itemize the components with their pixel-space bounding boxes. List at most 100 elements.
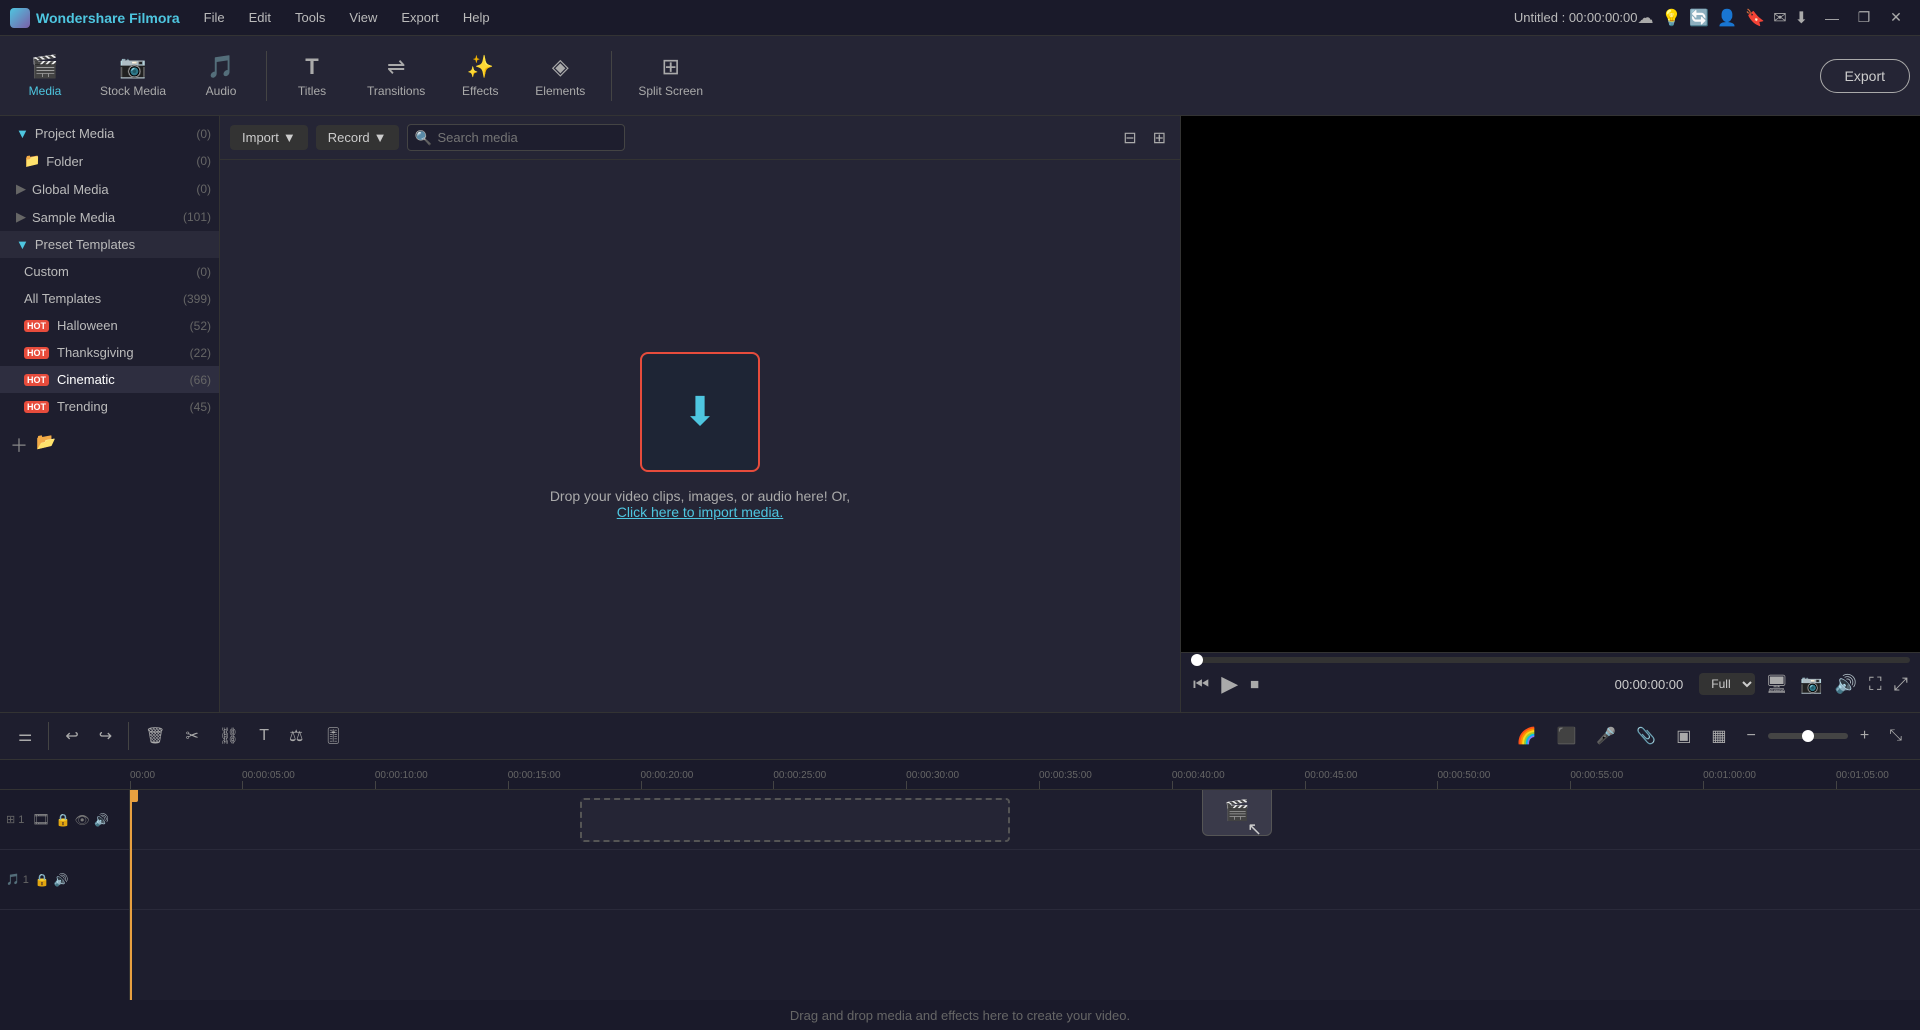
step-back-button[interactable]: ⏮ bbox=[1191, 672, 1211, 697]
sidebar-halloween-label: Halloween bbox=[57, 318, 118, 333]
scenes-button[interactable]: ⚌ bbox=[10, 720, 40, 752]
sidebar-item-halloween[interactable]: HOT Halloween (52) bbox=[0, 312, 219, 339]
drop-box: ⬇ bbox=[640, 352, 760, 472]
color-correct-button[interactable]: 🌈 bbox=[1509, 720, 1545, 752]
ruler-mark-8: 00:00:40:00 bbox=[1172, 770, 1225, 789]
toolbar-media[interactable]: 🎬 Media bbox=[10, 48, 80, 104]
menu-help[interactable]: Help bbox=[459, 8, 494, 27]
search-input[interactable] bbox=[407, 124, 625, 151]
menu-bar: File Edit Tools View Export Help bbox=[200, 8, 1514, 27]
mask-button[interactable]: ⬛ bbox=[1548, 720, 1584, 752]
sidebar-folder-button[interactable]: 📂 bbox=[36, 432, 56, 458]
user-avatar[interactable]: 👤 bbox=[1717, 8, 1737, 28]
quality-select[interactable]: Full 1/2 1/4 1/8 bbox=[1699, 673, 1755, 695]
redo-button[interactable]: ↪ bbox=[91, 720, 120, 752]
sidebar-add-button[interactable]: ＋ bbox=[10, 432, 28, 458]
zoom-out-button[interactable]: − bbox=[1739, 721, 1764, 751]
window-title: Untitled : 00:00:00:00 bbox=[1514, 10, 1638, 25]
toolbar-split-screen[interactable]: ⊞ Split Screen bbox=[622, 48, 719, 104]
sidebar-item-preset-templates[interactable]: ▼ Preset Templates bbox=[0, 231, 219, 258]
cut-button[interactable]: ✂ bbox=[177, 720, 206, 752]
sidebar-preset-label: Preset Templates bbox=[35, 237, 135, 252]
camera-icon[interactable]: 📷 bbox=[1798, 672, 1824, 697]
sync-icon[interactable]: 🔄 bbox=[1689, 8, 1709, 28]
playhead-head bbox=[130, 790, 138, 802]
sidebar-item-sample-media[interactable]: ▶ Sample Media (101) bbox=[0, 203, 219, 231]
delete-button[interactable]: 🗑 bbox=[137, 720, 173, 752]
toolbar-effects[interactable]: ✨ Effects bbox=[445, 48, 515, 104]
sidebar-item-thanksgiving[interactable]: HOT Thanksgiving (22) bbox=[0, 339, 219, 366]
fit-button[interactable]: ⤡ bbox=[1881, 721, 1910, 751]
maximize-button[interactable]: ❐ bbox=[1850, 8, 1878, 28]
record-button[interactable]: Record ▼ bbox=[316, 125, 399, 150]
sidebar-global-media-count: (0) bbox=[196, 182, 211, 196]
mute-icon[interactable]: 🔊 bbox=[94, 813, 109, 827]
grid-view-icon[interactable]: ⊞ bbox=[1149, 124, 1170, 152]
close-button[interactable]: ✕ bbox=[1882, 8, 1910, 28]
sidebar-item-global-media[interactable]: ▶ Global Media (0) bbox=[0, 175, 219, 203]
sidebar-item-custom[interactable]: Custom (0) bbox=[0, 258, 219, 285]
menu-view[interactable]: View bbox=[345, 8, 381, 27]
adjust-button[interactable]: ⚖ bbox=[281, 720, 311, 752]
sidebar-item-project-media[interactable]: ▼ Project Media (0) bbox=[0, 120, 219, 147]
caption-button[interactable]: ▦ bbox=[1703, 720, 1734, 752]
sidebar-item-trending[interactable]: HOT Trending (45) bbox=[0, 393, 219, 420]
mic-button[interactable]: 🎤 bbox=[1588, 720, 1624, 752]
elements-icon: ◈ bbox=[552, 54, 569, 80]
time-display: 00:00:00:00 bbox=[1615, 677, 1684, 692]
filter-icon[interactable]: ⊟ bbox=[1119, 124, 1140, 152]
mail-icon[interactable]: ✉ bbox=[1773, 8, 1786, 28]
effects-icon: ✨ bbox=[467, 54, 494, 80]
eye-icon[interactable]: 👁 bbox=[75, 813, 90, 827]
toolbar-stock-media[interactable]: 📷 Stock Media bbox=[84, 48, 182, 104]
search-icon: 🔍 bbox=[415, 129, 432, 146]
import-button[interactable]: Import ▼ bbox=[230, 125, 308, 150]
sidebar-item-cinematic[interactable]: HOT Cinematic (66) bbox=[0, 366, 219, 393]
stop-button[interactable]: ⏹ bbox=[1248, 672, 1261, 697]
bulb-icon[interactable]: 💡 bbox=[1662, 8, 1682, 28]
undo-button[interactable]: ↩ bbox=[57, 720, 86, 752]
play-pause-button[interactable]: ▶ bbox=[1219, 669, 1240, 699]
minimize-button[interactable]: — bbox=[1818, 8, 1846, 28]
download-icon[interactable]: ⬇ bbox=[1795, 8, 1808, 28]
drop-description: Drop your video clips, images, or audio … bbox=[550, 488, 850, 504]
menu-edit[interactable]: Edit bbox=[245, 8, 275, 27]
toolbar-audio[interactable]: 🎵 Audio bbox=[186, 48, 256, 104]
ruler-mark-0: 00:00 bbox=[130, 770, 155, 789]
zoom-slider[interactable] bbox=[1768, 733, 1848, 739]
toolbar-elements[interactable]: ◈ Elements bbox=[519, 48, 601, 104]
menu-export[interactable]: Export bbox=[397, 8, 443, 27]
toolbar-titles[interactable]: T Titles bbox=[277, 48, 347, 104]
sidebar-halloween-count: (52) bbox=[190, 319, 211, 333]
cloud-icon[interactable]: ☁ bbox=[1638, 8, 1654, 28]
toolbar-elements-label: Elements bbox=[535, 84, 585, 98]
text-button[interactable]: T bbox=[251, 721, 277, 751]
zoom-in-button[interactable]: + bbox=[1852, 721, 1877, 751]
clip-button[interactable]: 📎 bbox=[1628, 720, 1664, 752]
timeline-scrubber[interactable] bbox=[1191, 657, 1910, 663]
main-toolbar: 🎬 Media 📷 Stock Media 🎵 Audio T Titles ⇌… bbox=[0, 36, 1920, 116]
sidebar-item-all-templates[interactable]: All Templates (399) bbox=[0, 285, 219, 312]
menu-file[interactable]: File bbox=[200, 8, 229, 27]
toolbar-transitions[interactable]: ⇌ Transitions bbox=[351, 48, 441, 104]
lock-icon[interactable]: 🔒 bbox=[56, 813, 71, 827]
export-button[interactable]: Export bbox=[1820, 59, 1910, 93]
stock-media-icon: 📷 bbox=[119, 54, 146, 80]
audio-adjust-button[interactable]: 🎚 bbox=[315, 720, 351, 752]
track-content: 🎬 ↖ bbox=[130, 790, 1920, 1000]
chain-button[interactable]: ⛓ bbox=[211, 720, 247, 752]
overlay-button[interactable]: ▣ bbox=[1668, 720, 1699, 752]
ruler-mark-1: 00:00:05:00 bbox=[242, 770, 295, 789]
fullscreen-icon[interactable]: ⛶ bbox=[1867, 672, 1884, 697]
drop-link[interactable]: Click here to import media. bbox=[617, 504, 784, 520]
volume-icon[interactable]: 🔊 bbox=[1833, 672, 1859, 697]
screen-icon[interactable]: 🖥 bbox=[1763, 672, 1790, 697]
record-label: Record bbox=[328, 130, 370, 145]
expand-icon[interactable]: ⤢ bbox=[1892, 672, 1910, 697]
menu-tools[interactable]: Tools bbox=[291, 8, 329, 27]
lock-icon-a[interactable]: 🔒 bbox=[35, 873, 50, 887]
mute-icon-a[interactable]: 🔊 bbox=[54, 873, 69, 887]
sidebar-item-folder[interactable]: 📁 Folder (0) bbox=[0, 147, 219, 175]
bookmark-icon[interactable]: 🔖 bbox=[1745, 8, 1765, 28]
sidebar-cinematic-count: (66) bbox=[190, 373, 211, 387]
